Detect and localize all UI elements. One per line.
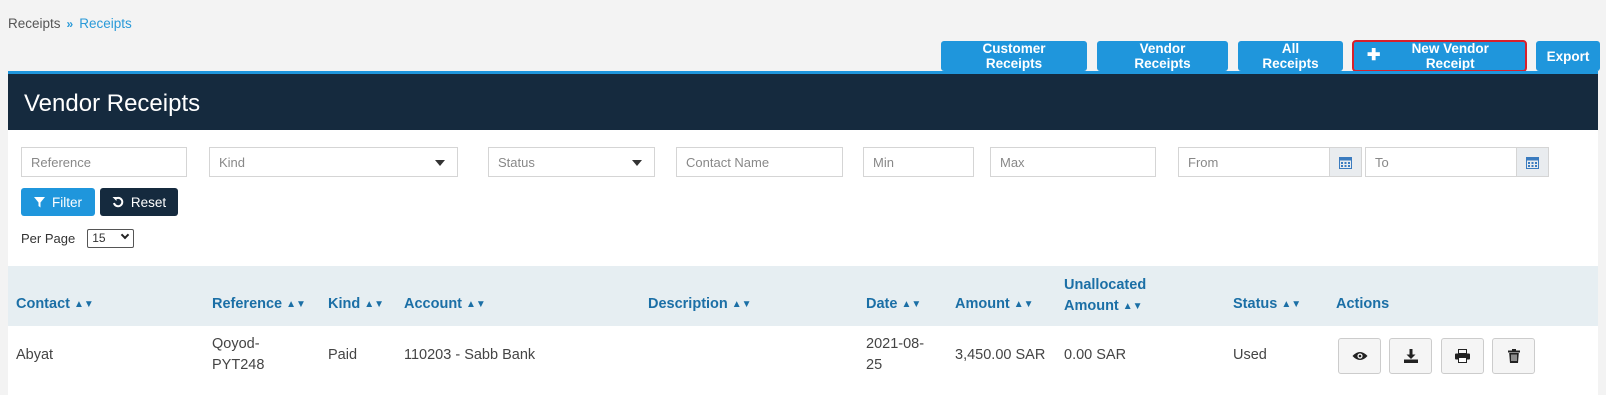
per-page-control: Per Page 15 (21, 229, 135, 248)
reset-button[interactable]: Reset (100, 188, 178, 216)
sort-icon: ▲▼ (364, 299, 385, 310)
contact-name-input[interactable]: Contact Name (676, 147, 843, 177)
status-placeholder: Status (498, 155, 535, 170)
filter-label: Filter (52, 194, 82, 210)
calendar-icon[interactable] (1516, 148, 1548, 176)
print-icon (1455, 349, 1470, 363)
sort-icon: ▲▼ (1013, 299, 1034, 310)
min-amount-input[interactable]: Min (863, 147, 974, 177)
breadcrumb-separator: » (66, 16, 74, 31)
per-page-select[interactable]: 15 (87, 229, 135, 248)
export-button[interactable]: Export (1536, 41, 1600, 71)
header-unallocated-amount[interactable]: Unallocated Amount ▲▼ (1064, 275, 1146, 317)
cell-unallocated: 0.00 SAR (1064, 347, 1127, 363)
filter-icon (34, 196, 45, 207)
cell-reference[interactable]: Qoyod- PYT248 (212, 334, 264, 376)
contact-name-placeholder: Contact Name (686, 155, 770, 170)
header-reference[interactable]: Reference ▲▼ (212, 296, 306, 312)
per-page-value: 15 (92, 231, 106, 245)
caret-down-icon (435, 160, 445, 166)
sort-icon: ▲▼ (731, 299, 752, 310)
delete-button[interactable] (1492, 338, 1535, 374)
table-header: Contact ▲▼ Reference ▲▼ Kind ▲▼ Account ▲▼ D… (8, 266, 1598, 326)
cell-date: 2021-08- 25 (866, 336, 925, 373)
download-button[interactable] (1389, 338, 1432, 374)
to-placeholder: To (1375, 155, 1389, 170)
all-receipts-button[interactable]: All Receipts (1238, 41, 1343, 71)
view-button[interactable] (1338, 338, 1381, 374)
chevron-down-icon (120, 230, 130, 240)
eye-icon (1352, 352, 1367, 360)
plus-icon: ✚ (1367, 47, 1381, 64)
status-select[interactable]: Status (488, 147, 655, 177)
new-vendor-receipt-button[interactable]: ✚ New Vendor Receipt (1352, 40, 1527, 72)
breadcrumb: Receipts » Receipts (8, 16, 132, 31)
print-button[interactable] (1441, 338, 1484, 374)
sort-icon: ▲▼ (901, 299, 922, 310)
header-account[interactable]: Account ▲▼ (404, 296, 486, 312)
cell-kind: Paid (328, 347, 358, 363)
reset-label: Reset (130, 194, 167, 210)
sort-icon: ▲▼ (1281, 299, 1302, 310)
new-vendor-receipt-label: New Vendor Receipt (1411, 41, 1489, 71)
top-actions: Customer Receipts Vendor Receipts All Re… (941, 40, 1600, 72)
header-description[interactable]: Description ▲▼ (648, 296, 752, 312)
customer-receipts-button[interactable]: Customer Receipts (941, 41, 1087, 71)
vendor-receipts-panel: Vendor Receipts Reference Kind Status Co… (8, 71, 1598, 395)
min-placeholder: Min (873, 155, 894, 170)
header-amount[interactable]: Amount ▲▼ (955, 296, 1034, 312)
undo-icon (112, 196, 124, 208)
cell-account: 110203 - Sabb Bank (404, 347, 536, 363)
kind-select[interactable]: Kind (209, 147, 458, 177)
sort-icon: ▲▼ (286, 299, 306, 310)
vendor-receipts-button[interactable]: Vendor Receipts (1097, 41, 1228, 71)
header-actions: Actions (1336, 296, 1390, 312)
sort-icon: ▲▼ (1122, 301, 1143, 312)
sort-icon: ▲▼ (466, 299, 486, 310)
trash-icon (1507, 349, 1520, 363)
filter-button[interactable]: Filter (21, 188, 95, 216)
caret-down-icon (632, 160, 642, 166)
from-placeholder: From (1188, 155, 1219, 170)
reference-input[interactable]: Reference (21, 147, 187, 177)
max-amount-input[interactable]: Max (990, 147, 1156, 177)
per-page-label: Per Page (21, 231, 76, 246)
to-date-input[interactable]: To (1365, 147, 1549, 177)
breadcrumb-parent[interactable]: Receipts (8, 16, 61, 31)
reference-placeholder: Reference (31, 155, 91, 170)
panel-title: Vendor Receipts (8, 74, 1598, 130)
cell-contact[interactable]: Abyat (16, 345, 53, 366)
header-status[interactable]: Status ▲▼ (1233, 296, 1301, 312)
cell-status: Used (1233, 347, 1267, 363)
download-icon (1403, 349, 1418, 363)
from-date-input[interactable]: From (1178, 147, 1362, 177)
header-contact[interactable]: Contact ▲▼ (16, 296, 94, 312)
breadcrumb-current[interactable]: Receipts (79, 16, 132, 31)
header-kind[interactable]: Kind ▲▼ (328, 296, 384, 312)
cell-amount: 3,450.00 SAR (955, 347, 1046, 363)
calendar-icon[interactable] (1329, 148, 1361, 176)
kind-placeholder: Kind (219, 155, 246, 170)
header-date[interactable]: Date ▲▼ (866, 296, 921, 312)
sort-icon: ▲▼ (73, 299, 94, 310)
max-placeholder: Max (1000, 155, 1025, 170)
